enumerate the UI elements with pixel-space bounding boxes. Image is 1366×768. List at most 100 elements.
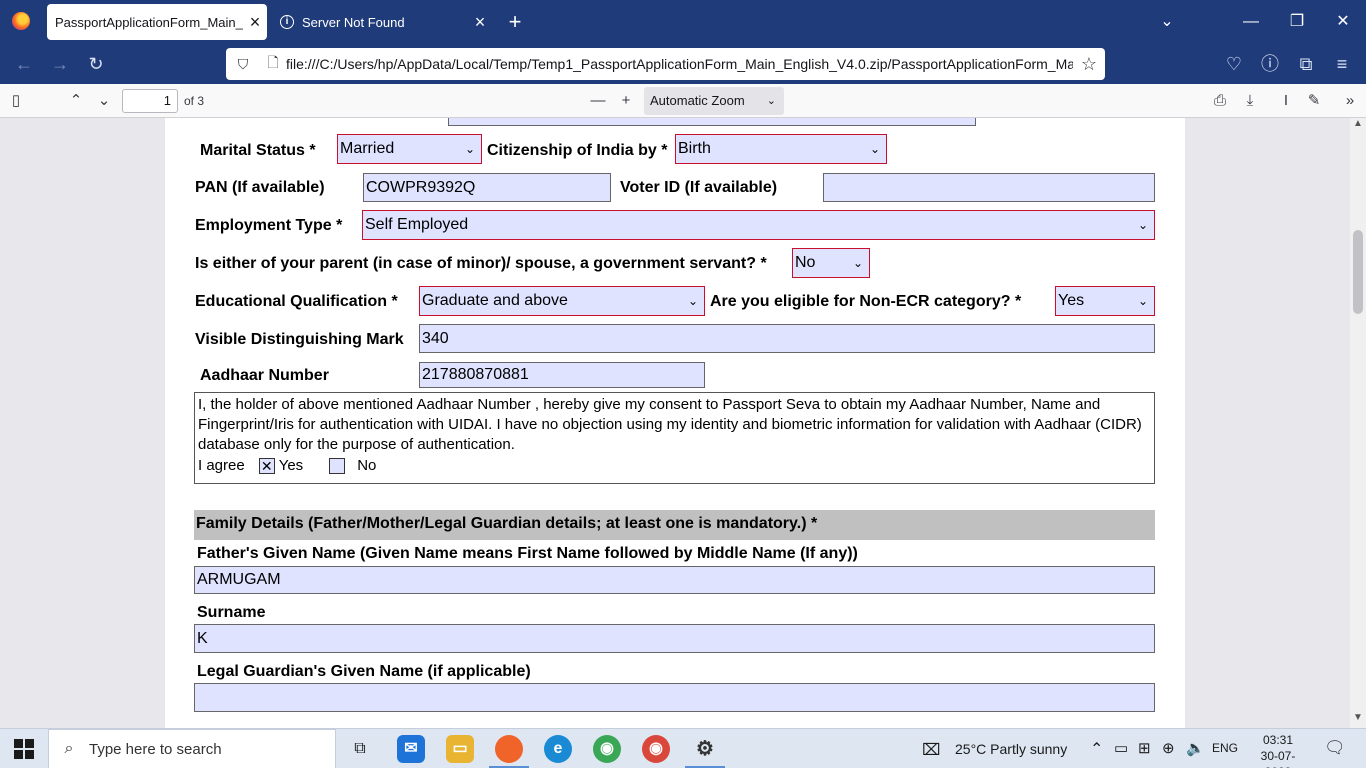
employment-type-label: Employment Type * (195, 217, 343, 234)
chevron-down-icon: ⌄ (1137, 218, 1148, 232)
close-tab-icon[interactable]: × (468, 12, 492, 32)
bookmark-star-icon[interactable]: ☆ (1073, 54, 1105, 75)
chevron-down-icon: ⌄ (766, 95, 776, 107)
village-field-remnant[interactable] (448, 118, 976, 126)
agree-row: I agree ✕ Yes No (198, 457, 376, 474)
save-icon[interactable]: ⤓ (1238, 89, 1262, 113)
tab-title: Server Not Found (302, 14, 405, 30)
govt-servant-select[interactable]: No ⌄ (792, 248, 870, 278)
close-window-button[interactable]: ✕ (1320, 0, 1366, 44)
aadhaar-label: Aadhaar Number (200, 367, 329, 384)
edge-icon[interactable]: e (544, 735, 572, 763)
marital-status-select[interactable]: Married ⌄ (337, 134, 482, 164)
firefox-logo-icon[interactable] (12, 12, 30, 30)
clock[interactable]: 03:31 30-07-2023 (1250, 732, 1306, 768)
scroll-up-icon[interactable]: ▲ (1352, 118, 1364, 129)
surname-input[interactable]: K (194, 624, 1155, 653)
distinguishing-mark-input[interactable]: 340 (419, 324, 1155, 353)
reload-icon[interactable]: ↻ (82, 50, 110, 78)
firefox-icon[interactable] (495, 735, 523, 763)
info-icon: i (280, 15, 294, 29)
education-label: Educational Qualification * (195, 293, 398, 310)
weather-icon[interactable]: ⌧ (922, 740, 940, 760)
task-view-icon[interactable]: ⧉ (346, 735, 374, 763)
agree-no-checkbox[interactable] (329, 457, 346, 474)
agree-no-label: No (357, 457, 377, 474)
new-tab-button[interactable]: + (502, 8, 528, 36)
shield-icon[interactable]: ⛉ (226, 56, 260, 73)
chevron-down-icon: ⌄ (1137, 294, 1148, 308)
page-icon[interactable]: 🗋 (260, 52, 286, 76)
tab-title: PassportApplicationForm_Main_Eng (55, 14, 243, 30)
menu-icon[interactable]: ≡ (1328, 50, 1356, 78)
chrome-icon[interactable]: ◉ (593, 735, 621, 763)
distinguishing-mark-label: Visible Distinguishing Mark (195, 331, 404, 348)
pocket-icon[interactable]: ♡ (1220, 50, 1248, 78)
voter-id-input[interactable] (823, 173, 1155, 202)
page-number-input[interactable]: 1 (122, 89, 178, 113)
file-explorer-icon[interactable]: ▭ (446, 735, 474, 763)
language-indicator[interactable]: ENG (1212, 741, 1238, 755)
chevron-down-icon: ⌄ (464, 142, 475, 156)
url-text[interactable]: file:///C:/Users/hp/AppData/Local/Temp/T… (286, 56, 1073, 72)
restore-button[interactable]: ❐ (1274, 0, 1320, 44)
education-select[interactable]: Graduate and above ⌄ (419, 286, 705, 316)
url-bar[interactable]: ⛉ 🗋 file:///C:/Users/hp/AppData/Local/Te… (226, 48, 1105, 80)
battery-icon[interactable]: ▭ (1114, 739, 1128, 757)
forward-icon[interactable]: → (46, 50, 74, 78)
print-icon[interactable]: ⎙ (1208, 89, 1232, 113)
extension-info-icon[interactable]: ⓘ (1256, 50, 1284, 78)
settings-gear-icon[interactable]: ⚙ (691, 735, 719, 763)
draw-tool-icon[interactable]: ✎ (1302, 89, 1326, 113)
non-ecr-select[interactable]: Yes ⌄ (1055, 286, 1155, 316)
weather-text[interactable]: 25°C Partly sunny (955, 741, 1067, 757)
pan-input[interactable]: COWPR9392Q (363, 173, 611, 202)
volume-icon[interactable]: 🔈 (1186, 739, 1205, 757)
clock-time: 03:31 (1262, 733, 1294, 747)
text-tool-icon[interactable]: I (1274, 89, 1298, 113)
previous-page-icon[interactable]: ⌃ (64, 89, 88, 113)
consent-text: I, the holder of above mentioned Aadhaar… (198, 396, 1142, 453)
close-tab-icon[interactable]: × (243, 12, 267, 32)
back-icon[interactable]: ← (10, 50, 38, 78)
employment-type-select[interactable]: Self Employed ⌄ (362, 210, 1155, 240)
pdf-toolbar: ▯ ⌃ ⌄ 1 of 3 — + Automatic Zoom ⌄ ⎙ ⤓ I … (0, 84, 1366, 118)
citizenship-label: Citizenship of India by * (487, 142, 668, 159)
search-placeholder: Type here to search (89, 740, 222, 758)
sidebar-toggle-icon[interactable]: ▯ (4, 89, 28, 113)
zoom-out-icon[interactable]: — (586, 89, 610, 113)
clock-date: 30-07-2023 (1260, 749, 1296, 768)
notifications-icon[interactable]: 🗨 (1324, 738, 1346, 758)
family-details-header: Family Details (Father/Mother/Legal Guar… (194, 510, 1155, 540)
aadhaar-input[interactable]: 217880870881 (419, 362, 705, 388)
vertical-scrollbar[interactable]: ▲ ▼ (1350, 118, 1366, 728)
agree-yes-checkbox[interactable]: ✕ (258, 457, 275, 474)
extensions-icon[interactable]: ⧉ (1292, 50, 1320, 78)
minimize-button[interactable]: — (1228, 0, 1274, 44)
network-icon[interactable]: ⊞ (1138, 739, 1151, 757)
chevron-down-icon: ⌄ (852, 256, 863, 270)
guardian-given-name-label: Legal Guardian's Given Name (if applicab… (197, 663, 531, 680)
list-tabs-icon[interactable]: ⌄ (1144, 0, 1190, 44)
windows-start-icon[interactable] (14, 739, 34, 759)
show-hidden-icons-icon[interactable]: ⌃ (1090, 739, 1103, 759)
marital-status-label: Marital Status * (200, 142, 316, 159)
non-ecr-label: Are you eligible for Non-ECR category? * (710, 293, 1022, 310)
zoom-select[interactable]: Automatic Zoom ⌄ (644, 87, 784, 115)
zoom-in-icon[interactable]: + (614, 89, 638, 113)
mail-icon[interactable]: ✉ (397, 735, 425, 763)
tab-passport-form[interactable]: PassportApplicationForm_Main_Eng × (47, 4, 267, 40)
taskbar-search[interactable]: ⌕ Type here to search (48, 729, 336, 768)
father-given-name-input[interactable]: ARMUGAM (194, 566, 1155, 594)
scroll-down-icon[interactable]: ▼ (1352, 712, 1364, 723)
globe-icon[interactable]: ⊕ (1162, 739, 1175, 757)
guardian-given-name-input[interactable] (194, 683, 1155, 712)
agree-label: I agree (198, 457, 245, 474)
chrome-profile-icon[interactable]: ◉ (642, 735, 670, 763)
tab-server-not-found[interactable]: i Server Not Found × (272, 4, 492, 40)
tools-menu-icon[interactable]: » (1338, 89, 1362, 113)
browser-titlebar: PassportApplicationForm_Main_Eng × i Ser… (0, 0, 1366, 44)
scrollbar-thumb[interactable] (1353, 230, 1363, 314)
next-page-icon[interactable]: ⌄ (92, 89, 116, 113)
citizenship-select[interactable]: Birth ⌄ (675, 134, 887, 164)
